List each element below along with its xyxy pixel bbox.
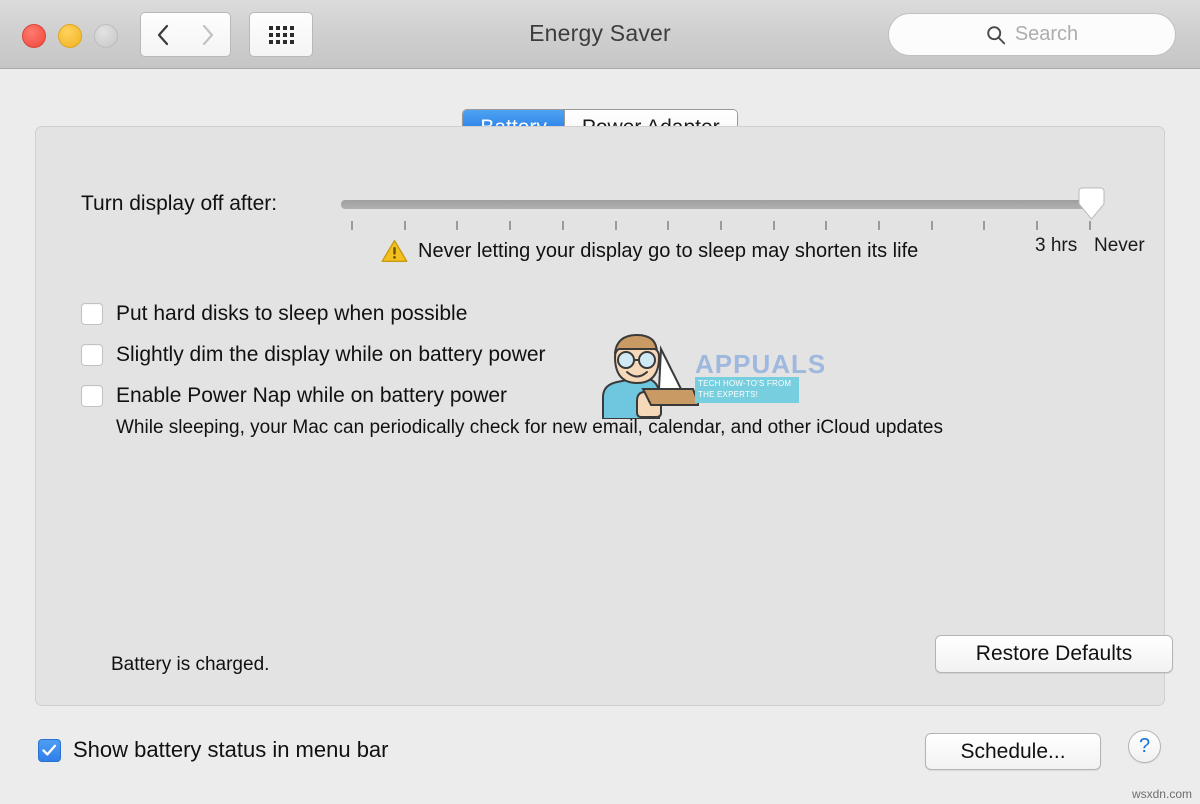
slider-thumb[interactable] — [1076, 187, 1107, 220]
checkbox-power-nap[interactable] — [81, 385, 103, 407]
checkbox-label-show-battery-status: Show battery status in menu bar — [73, 737, 389, 762]
checkbox-hard-disks[interactable] — [81, 303, 103, 325]
watermark-tagline: TECH HOW-TO'S FROM THE EXPERTS! — [695, 377, 799, 403]
search-icon — [987, 25, 1005, 44]
display-sleep-slider[interactable]: 3 hrs Never — [341, 187, 1145, 256]
checkbox-row-power-nap[interactable]: Enable Power Nap while on battery power — [81, 384, 507, 408]
checkbox-dim-display[interactable] — [81, 344, 103, 366]
slider-ticks — [351, 221, 1091, 230]
slider-tick-label-3hrs: 3 hrs — [1035, 235, 1078, 256]
checkbox-show-battery-status[interactable] — [38, 738, 61, 762]
power-nap-description: While sleeping, your Mac can periodicall… — [116, 417, 943, 438]
slider-track[interactable] — [341, 200, 1086, 209]
checkbox-label-dim-display: Slightly dim the display while on batter… — [116, 343, 546, 366]
menubar-checkbox-row[interactable]: Show battery status in menu bar — [38, 737, 389, 763]
checkmark-icon — [42, 744, 57, 756]
slider-tick-label-never: Never — [1094, 235, 1145, 256]
appuals-watermark: APPUALS TECH HOW-TO'S FROM THE EXPERTS! — [589, 327, 827, 420]
display-sleep-label: Turn display off after: — [81, 192, 278, 215]
settings-panel: Turn display off after: 3 hrs Never Neve… — [35, 126, 1173, 706]
site-watermark: wsxdn.com — [1131, 787, 1192, 801]
warning-text: Never letting your display go to sleep m… — [418, 239, 919, 262]
warning-triangle-icon — [381, 239, 408, 262]
search-placeholder: Search — [1014, 23, 1079, 45]
schedule-button[interactable]: Schedule... — [925, 733, 1101, 770]
checkbox-row-hard-disks[interactable]: Put hard disks to sleep when possible — [81, 302, 467, 326]
title-bar: Energy Saver Search — [0, 0, 1200, 69]
battery-status-text: Battery is charged. — [111, 654, 270, 675]
restore-defaults-button[interactable]: Restore Defaults — [935, 635, 1173, 673]
energy-saver-window: Energy Saver Search Battery Power Adapte… — [0, 0, 1200, 804]
help-button[interactable]: ? — [1128, 730, 1161, 763]
checkbox-row-dim-display[interactable]: Slightly dim the display while on batter… — [81, 343, 546, 367]
checkbox-label-power-nap: Enable Power Nap while on battery power — [116, 384, 508, 407]
checkbox-label-hard-disks: Put hard disks to sleep when possible — [116, 302, 468, 325]
cartoon-person-laptop-icon — [602, 333, 701, 420]
display-sleep-warning: Never letting your display go to sleep m… — [381, 239, 918, 263]
search-input[interactable]: Search — [888, 13, 1176, 56]
watermark-brand: APPUALS — [695, 349, 827, 379]
